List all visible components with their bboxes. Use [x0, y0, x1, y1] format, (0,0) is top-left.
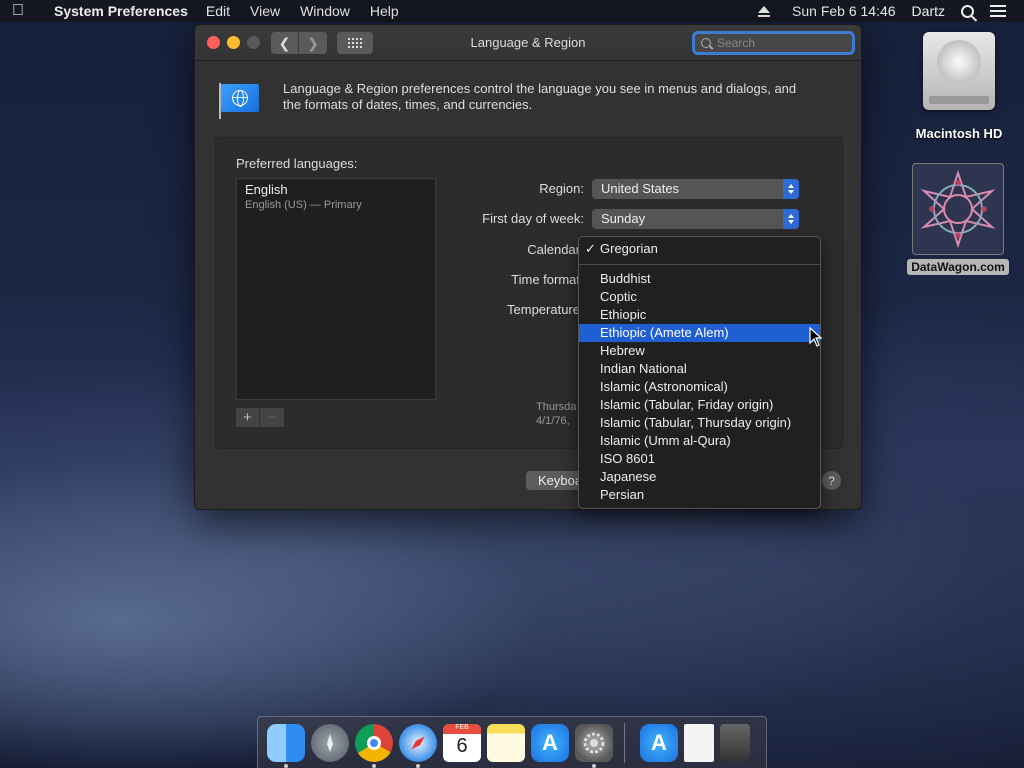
calendar-label: Calendar	[527, 242, 580, 257]
globe-icon	[232, 90, 248, 107]
dock: FEB 6 A A	[257, 716, 767, 768]
first-day-popup[interactable]: Sunday	[592, 209, 799, 229]
menu-item[interactable]: Buddhist	[579, 270, 820, 288]
menu-item[interactable]: Japanese	[579, 468, 820, 486]
calendar-icon[interactable]: FEB 6	[443, 723, 481, 762]
language-name: English	[245, 182, 288, 197]
menu-item-highlighted[interactable]: Ethiopic (Amete Alem)	[579, 324, 820, 342]
calendar-month: FEB	[443, 723, 481, 734]
calendar-dropdown-menu[interactable]: ✓ Gregorian Buddhist Coptic Ethiopic Eth…	[578, 236, 821, 509]
sample-date-short: 4/1/76,	[536, 415, 570, 427]
language-list[interactable]: English English (US) — Primary	[236, 178, 436, 400]
menu-item[interactable]: Islamic (Umm al-Qura)	[579, 432, 820, 450]
forward-button[interactable]: ❯	[299, 32, 327, 54]
close-button[interactable]	[207, 36, 220, 49]
menu-item-gregorian[interactable]: ✓ Gregorian	[579, 240, 820, 258]
menu-item[interactable]: Islamic (Tabular, Friday origin)	[579, 396, 820, 414]
menu-help[interactable]: Help	[370, 3, 399, 19]
temperature-label: Temperature	[507, 302, 580, 317]
popup-arrows-icon	[783, 179, 799, 199]
show-all-button[interactable]	[337, 32, 373, 54]
chevron-right-icon: ❯	[307, 34, 319, 51]
menu-item[interactable]: Islamic (Tabular, Thursday origin)	[579, 414, 820, 432]
safari-icon[interactable]	[399, 723, 437, 768]
trash-icon[interactable]	[720, 723, 750, 762]
chrome-icon[interactable]	[355, 723, 393, 768]
menu-bar:  System Preferences Edit View Window He…	[0, 0, 1024, 22]
help-button[interactable]: ?	[822, 471, 841, 490]
datawagon-desktop-icon[interactable]: DataWagon.com	[902, 163, 1014, 276]
system-preferences-icon[interactable]	[575, 723, 613, 768]
menubar-user[interactable]: Dartz	[912, 3, 945, 19]
intro-section: Language & Region preferences control th…	[217, 81, 813, 119]
remove-language-button[interactable]: −	[260, 408, 284, 427]
search-field[interactable]	[692, 31, 855, 55]
menu-separator	[579, 264, 820, 265]
region-label: Region:	[539, 181, 584, 196]
first-day-label: First day of week:	[482, 211, 584, 226]
launchpad-icon[interactable]	[311, 723, 349, 762]
menu-item[interactable]: Indian National	[579, 360, 820, 378]
document-icon[interactable]	[684, 723, 714, 762]
menu-item[interactable]: ISO 8601	[579, 450, 820, 468]
app-store-icon[interactable]: A	[640, 723, 678, 762]
window-titlebar[interactable]: ❮ ❯ Language & Region	[195, 25, 861, 61]
datawagon-label: DataWagon.com	[907, 259, 1009, 275]
menu-item[interactable]: Hebrew	[579, 342, 820, 360]
menu-view[interactable]: View	[250, 3, 280, 19]
hard-drive-icon	[923, 32, 995, 110]
language-detail: English (US) — Primary	[245, 199, 362, 211]
menu-window[interactable]: Window	[300, 3, 350, 19]
list-item[interactable]: English English (US) — Primary	[237, 179, 435, 214]
preferred-languages-label: Preferred languages:	[236, 156, 358, 171]
checkmark-icon: ✓	[585, 241, 596, 256]
format-sample: Thursda 4/1/76,	[536, 400, 576, 428]
menu-edit[interactable]: Edit	[206, 3, 230, 19]
macintosh-hd-desktop-icon[interactable]: Macintosh HD	[912, 32, 1006, 141]
popup-arrows-icon	[783, 209, 799, 229]
region-value: United States	[601, 181, 680, 196]
zoom-button[interactable]	[247, 36, 260, 49]
apple-menu-icon[interactable]: 	[0, 2, 36, 20]
first-day-value: Sunday	[601, 211, 646, 226]
time-format-label: Time format	[511, 272, 580, 287]
eject-icon[interactable]	[758, 5, 771, 17]
finder-icon[interactable]	[267, 723, 305, 768]
menu-item[interactable]: Coptic	[579, 288, 820, 306]
spotlight-icon[interactable]	[961, 4, 974, 18]
menu-item[interactable]: Islamic (Astronomical)	[579, 378, 820, 396]
intro-description: Language & Region preferences control th…	[283, 81, 797, 112]
region-popup[interactable]: United States	[592, 179, 799, 199]
macintosh-hd-label: Macintosh HD	[915, 126, 1003, 141]
notes-icon[interactable]	[487, 723, 525, 762]
app-store-icon[interactable]: A	[531, 723, 569, 762]
search-icon	[701, 38, 711, 48]
datawagon-image-icon	[912, 163, 1004, 255]
grid-icon	[348, 38, 362, 48]
menu-app-name[interactable]: System Preferences	[54, 3, 188, 19]
calendar-day: 6	[456, 734, 468, 757]
minimize-button[interactable]	[227, 36, 240, 49]
dock-separator	[624, 722, 625, 763]
add-language-button[interactable]: +	[236, 408, 260, 427]
back-button[interactable]: ❮	[271, 32, 299, 54]
sample-date-long: Thursda	[536, 401, 577, 413]
chevron-left-icon: ❮	[278, 34, 291, 51]
menu-item[interactable]: Persian	[579, 486, 820, 504]
menu-item[interactable]: Ethiopic	[579, 306, 820, 324]
search-input[interactable]	[717, 36, 837, 50]
language-flag-icon	[217, 81, 261, 119]
menubar-clock[interactable]: Sun Feb 6 14:46	[792, 3, 896, 19]
notification-center-icon[interactable]	[990, 5, 1006, 17]
